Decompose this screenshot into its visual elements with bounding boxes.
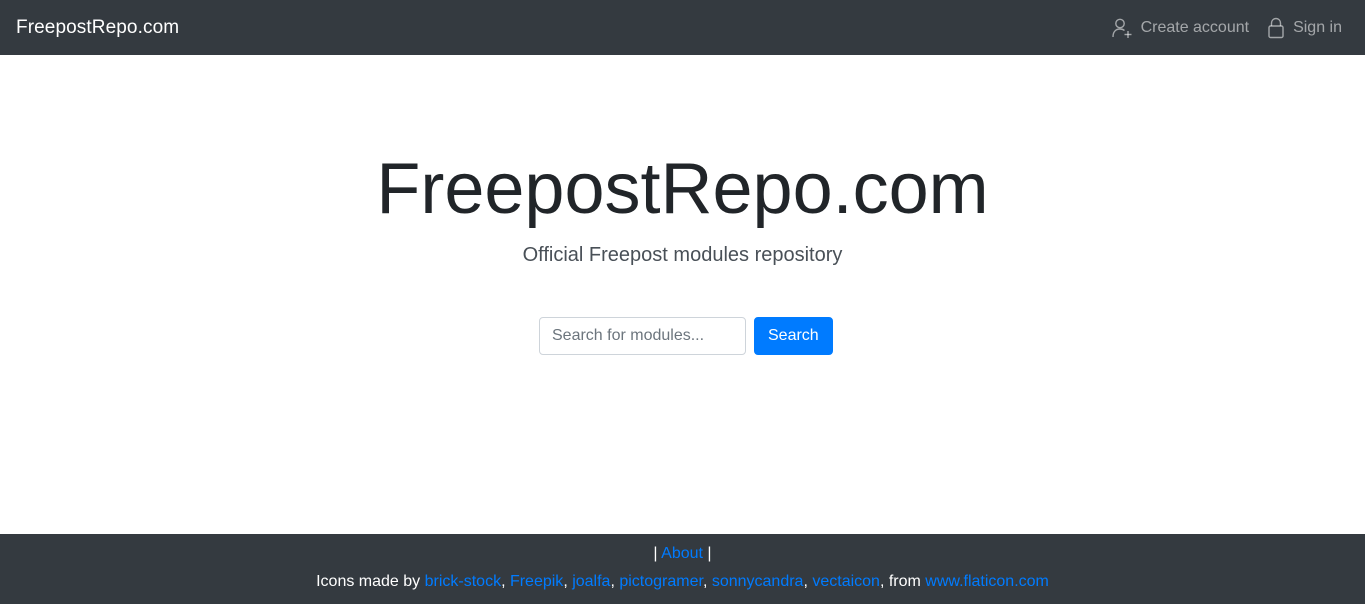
search-input[interactable]: [539, 317, 746, 355]
credit-comma: ,: [563, 573, 573, 590]
about-link[interactable]: About: [661, 545, 703, 562]
create-account-link[interactable]: Create account: [1111, 17, 1250, 39]
flaticon-link[interactable]: www.flaticon.com: [925, 573, 1049, 590]
sign-in-label: Sign in: [1293, 18, 1342, 36]
author-link-vectaicon[interactable]: vectaicon: [812, 573, 880, 590]
author-link-joalfa[interactable]: joalfa: [572, 573, 610, 590]
author-link-sonnycandra[interactable]: sonnycandra: [712, 573, 804, 590]
credit-comma: ,: [501, 573, 510, 590]
footer-links: | About |: [0, 545, 1365, 563]
brand-link[interactable]: FreepostRepo.com: [16, 17, 179, 39]
nav-right: Create account Sign in: [1111, 17, 1342, 39]
footer-credits: Icons made by brick-stock, Freepik, joal…: [0, 573, 1365, 591]
hero-title: FreepostRepo.com: [376, 149, 989, 229]
top-navbar: FreepostRepo.com Create account Sign in: [0, 0, 1365, 55]
hero-section: FreepostRepo.com Official Freepost modul…: [0, 55, 1365, 534]
user-add-icon: [1111, 17, 1133, 39]
footer: | About | Icons made by brick-stock, Fre…: [0, 534, 1365, 604]
author-link-brick-stock[interactable]: brick-stock: [425, 573, 501, 590]
author-link-freepik[interactable]: Freepik: [510, 573, 563, 590]
credit-from: , from: [879, 573, 926, 590]
lock-icon: [1267, 17, 1285, 39]
footer-separator-left: |: [653, 545, 662, 562]
search-form: Search: [539, 317, 833, 355]
credit-comma: ,: [702, 573, 712, 590]
credit-comma: ,: [610, 573, 620, 590]
credit-comma: ,: [803, 573, 813, 590]
hero-subtitle: Official Freepost modules repository: [522, 244, 843, 266]
search-button[interactable]: Search: [754, 317, 833, 355]
icons-credit-prefix: Icons made by: [316, 573, 425, 590]
create-account-label: Create account: [1140, 18, 1250, 36]
author-link-pictogramer[interactable]: pictogramer: [619, 573, 703, 590]
sign-in-link[interactable]: Sign in: [1267, 17, 1342, 39]
footer-separator-right: |: [702, 545, 712, 562]
